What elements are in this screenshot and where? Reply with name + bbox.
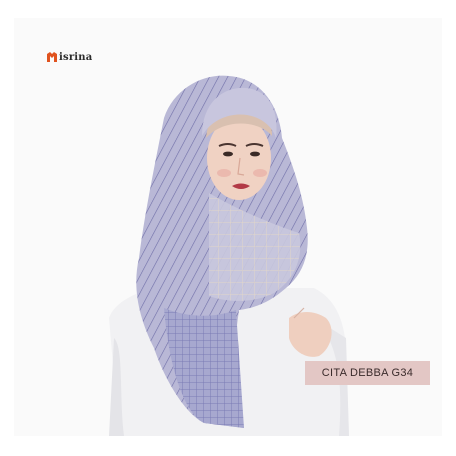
product-label: CITA DEBBA G34 [321,367,414,379]
brand-logo: isrina [46,49,92,65]
product-label-tag: CITA DEBBA G34 [305,361,430,385]
brand-name: isrina [59,51,93,63]
product-image-frame: isrina CITA DEBBA G34 [0,0,456,456]
brand-mark-icon [47,52,57,62]
